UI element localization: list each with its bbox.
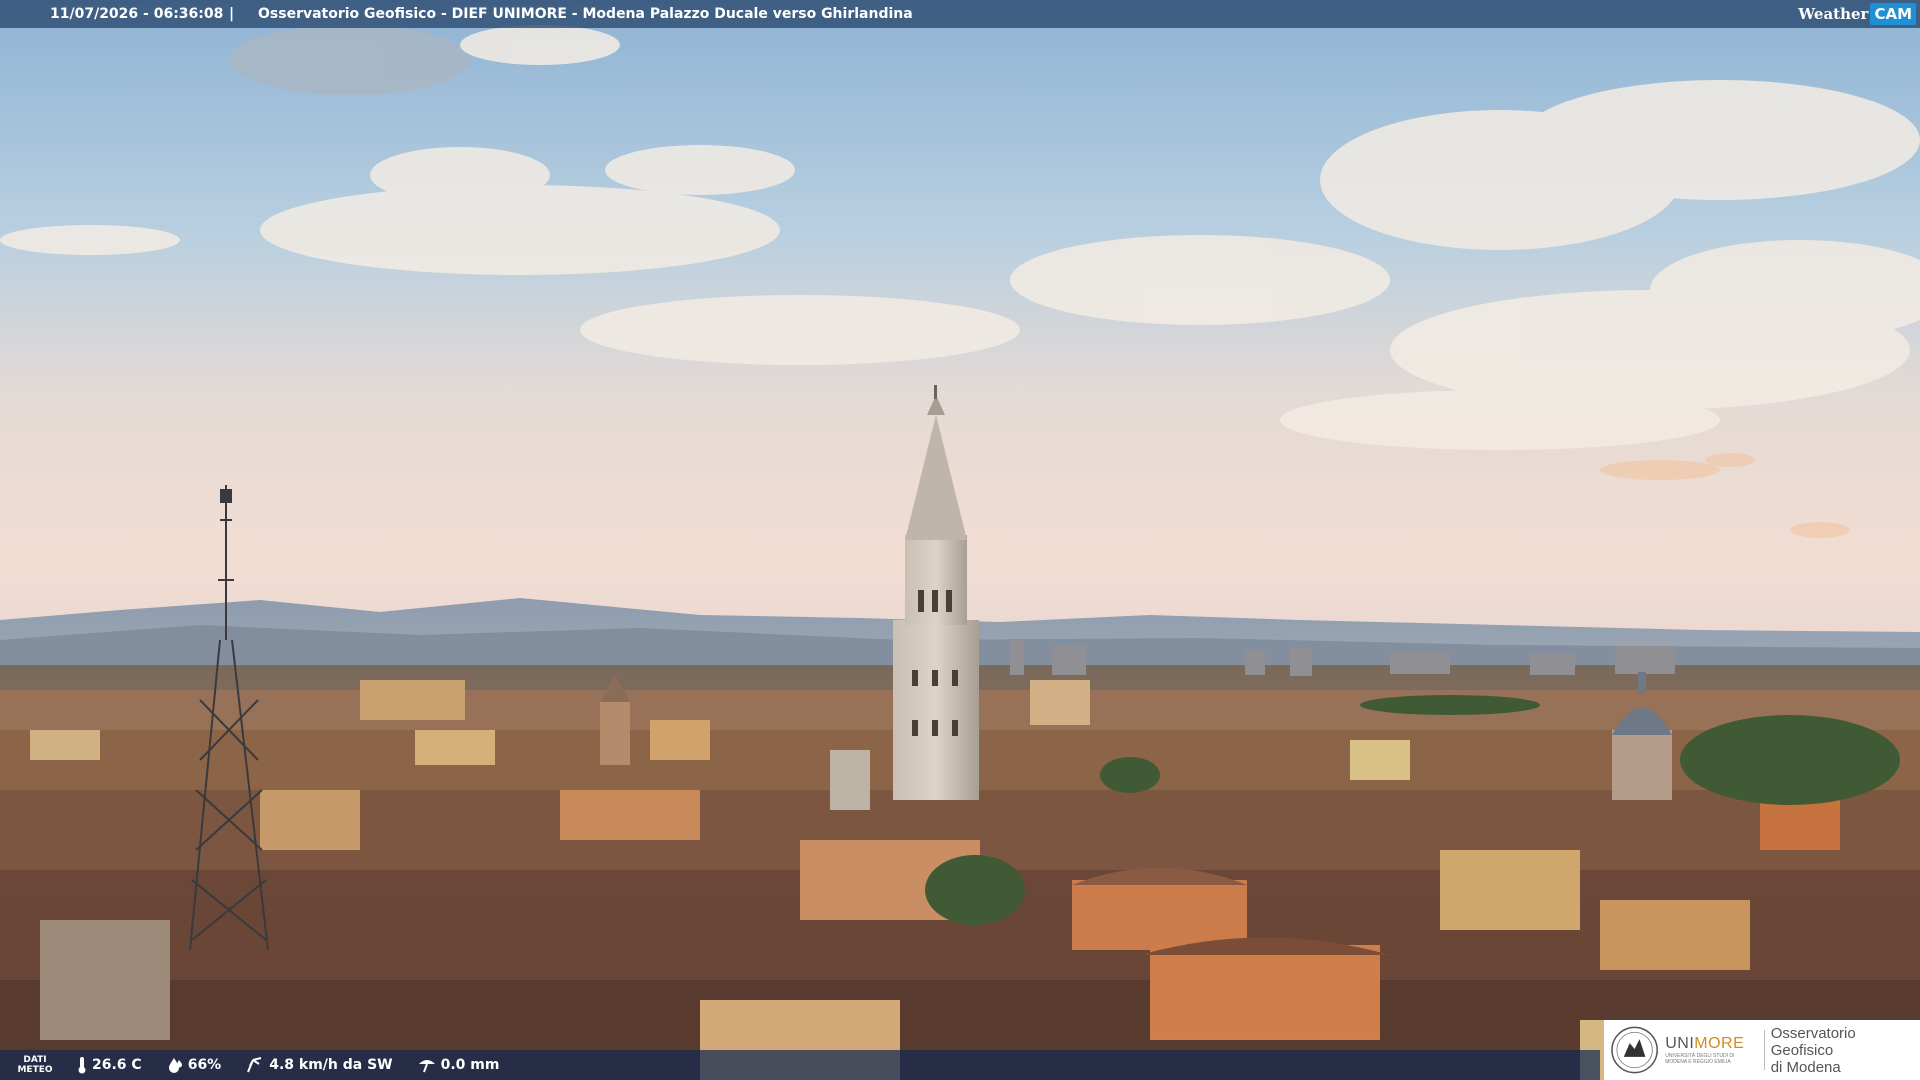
observatory-name: Osservatorio Geofisico di Modena [1771, 1025, 1920, 1076]
wind-value: 4.8 km/h da SW [269, 1057, 393, 1073]
unimore-uni: UNI [1665, 1035, 1695, 1052]
unimore-more: MORE [1694, 1035, 1745, 1052]
unimore-wordmark: UNIMORE UNIVERSITÀ DEGLI STUDI DI MODENA… [1665, 1035, 1758, 1065]
meteo-label-line1: DATI [23, 1055, 47, 1065]
separator: | [229, 6, 235, 22]
rain-gauge-icon [418, 1060, 435, 1073]
meteo-label-line2: METEO [17, 1065, 53, 1075]
webcam-photo [0, 0, 1920, 1080]
weathercam-logo-cam: CAM [1870, 3, 1916, 25]
meteo-label: DATI METEO [0, 1055, 70, 1075]
top-info-bar: 11/07/2026 - 06:36:08 | Osservatorio Geo… [0, 0, 1920, 28]
thermometer-icon [78, 1057, 86, 1074]
wind-icon [247, 1057, 262, 1073]
observatory-name-line1: Osservatorio Geofisico [1770, 1024, 1856, 1059]
wind-reading: 4.8 km/h da SW [245, 1056, 393, 1074]
unimore-sub2: MODENA E REGGIO EMILIA [1665, 1059, 1731, 1065]
webcam-frame: 11/07/2026 - 06:36:08 | Osservatorio Geo… [0, 0, 1920, 1080]
humidity-reading: 66% [166, 1056, 222, 1074]
logo-divider [1763, 1030, 1765, 1070]
meteo-data-bar: DATI METEO 26.6 C 66% 4.8 km/h da SW 0.0… [0, 1050, 1600, 1080]
humidity-drop-icon [168, 1058, 182, 1073]
weathercam-logo: Weather CAM [1798, 2, 1916, 26]
rain-value: 0.0 mm [440, 1057, 500, 1073]
rain-reading: 0.0 mm [417, 1056, 500, 1074]
temperature-reading: 26.6 C [76, 1056, 142, 1074]
camera-caption: Osservatorio Geofisico - DIEF UNIMORE - … [258, 6, 913, 22]
temperature-value: 26.6 C [92, 1057, 142, 1073]
timestamp: 11/07/2026 - 06:36:08 [50, 6, 224, 22]
unimore-seal-icon [1611, 1026, 1658, 1074]
weathercam-logo-weather: Weather [1798, 5, 1869, 23]
humidity-value: 66% [187, 1057, 222, 1073]
observatory-name-line2: di Modena [1770, 1058, 1841, 1076]
observatory-logo-box: UNIMORE UNIVERSITÀ DEGLI STUDI DI MODENA… [1604, 1020, 1920, 1080]
